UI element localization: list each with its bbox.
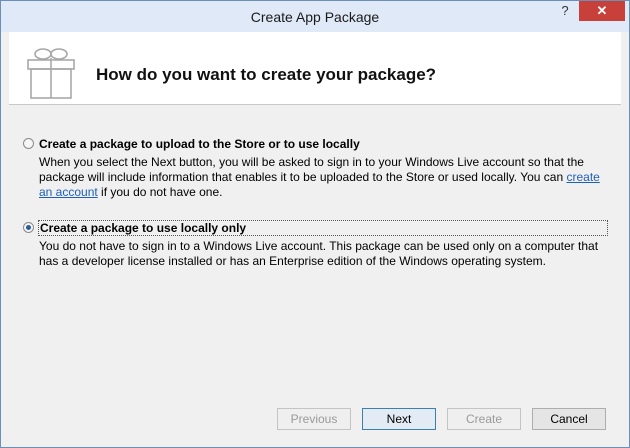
button-bar: Previous Next Create Cancel bbox=[1, 408, 629, 432]
page-title: How do you want to create your package? bbox=[96, 65, 437, 84]
dialog-header: How do you want to create your package? bbox=[9, 32, 621, 105]
help-button[interactable]: ? bbox=[551, 1, 579, 21]
option-store-or-local-label[interactable]: Create a package to upload to the Store … bbox=[39, 137, 360, 151]
close-button[interactable]: ✕ bbox=[579, 1, 625, 21]
radio-store-or-local[interactable] bbox=[23, 138, 34, 149]
window-title: Create App Package bbox=[250, 9, 380, 25]
previous-button[interactable]: Previous bbox=[277, 408, 351, 430]
radio-local-only[interactable] bbox=[23, 222, 34, 233]
option-local-only-description: You do not have to sign in to a Windows … bbox=[39, 239, 599, 268]
options-area: Create a package to upload to the Store … bbox=[9, 105, 621, 401]
create-app-package-dialog: Create App Package ? ✕ How do you want t… bbox=[0, 0, 630, 448]
option-store-description-text: When you select the Next button, you wil… bbox=[39, 155, 584, 184]
cancel-button[interactable]: Cancel bbox=[532, 408, 606, 430]
gift-box-icon bbox=[27, 48, 75, 99]
create-button[interactable]: Create bbox=[447, 408, 521, 430]
title-bar: Create App Package ? ✕ bbox=[1, 1, 629, 32]
option-local-only-label[interactable]: Create a package to use locally only bbox=[38, 220, 608, 236]
option-store-or-local-description: When you select the Next button, you wil… bbox=[39, 155, 609, 200]
option-store-description-tail: if you do not have one. bbox=[97, 185, 223, 199]
next-button[interactable]: Next bbox=[362, 408, 436, 430]
